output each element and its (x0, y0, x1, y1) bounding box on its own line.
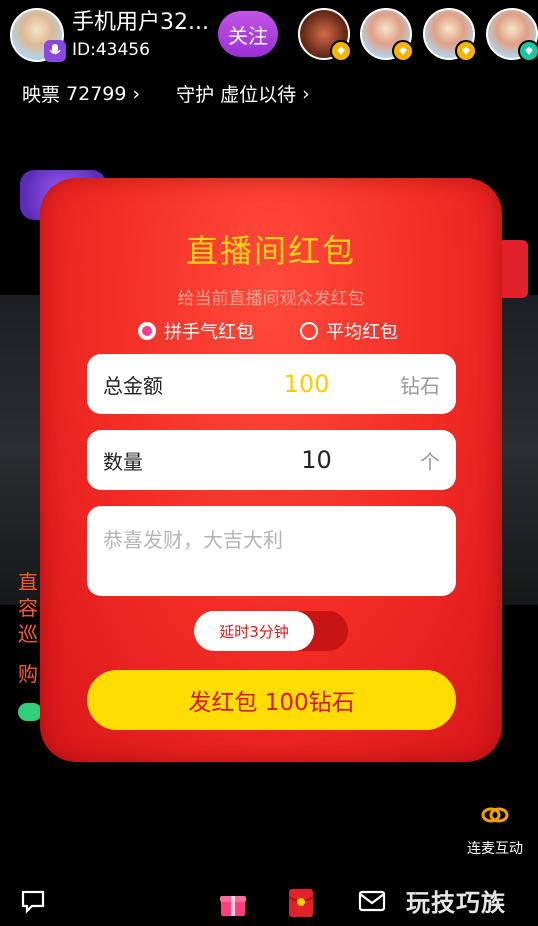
tickets-label: 映票 (22, 84, 61, 106)
viewer-avatar[interactable] (423, 8, 477, 62)
radio-lucky[interactable]: 拼手气红包 (138, 318, 254, 344)
mic-icon (44, 40, 66, 62)
amount-field[interactable]: 总金额 100 钻石 (87, 354, 456, 414)
chevron-right-icon: › (302, 82, 310, 105)
message-icon[interactable] (358, 888, 388, 918)
guard-label: 守护 (176, 84, 215, 106)
dialog-subtitle: 给当前直播间观众发红包 (177, 289, 365, 309)
amount-unit: 钻石 (400, 373, 440, 398)
radio-selected-icon (138, 322, 156, 340)
amount-label: 总金额 (103, 373, 163, 398)
guard-value: 虚位以待 (220, 84, 297, 106)
diamond-icon (392, 40, 414, 62)
link-mic-label: 连麦互动 (467, 841, 523, 857)
host-name: 手机用户32... (72, 10, 209, 35)
diamond-icon (518, 40, 538, 62)
link-mic-button[interactable]: 连麦互动 (462, 800, 528, 858)
watermark-text: 玩技巧族 (406, 889, 506, 917)
amount-input[interactable]: 100 (213, 370, 400, 398)
packet-type-group: 拼手气红包 平均红包 (138, 318, 398, 344)
count-input[interactable]: 10 (213, 446, 420, 474)
radio-equal-label: 平均红包 (326, 322, 398, 343)
count-label: 数量 (103, 449, 143, 474)
radio-lucky-label: 拼手气红包 (164, 322, 254, 343)
message-placeholder: 恭喜发财，大吉大利 (103, 528, 283, 552)
diamond-icon (330, 40, 352, 62)
host-id: ID:43456 (72, 40, 150, 60)
chat-icon[interactable] (20, 888, 50, 918)
send-red-packet-button[interactable]: 发红包 100钻石 (87, 670, 456, 730)
chevron-right-icon: › (132, 82, 141, 105)
diamond-icon (455, 40, 477, 62)
delay-toggle[interactable]: 延时3分钟 (194, 611, 348, 651)
side-text: 购 (18, 662, 38, 686)
gift-icon[interactable] (218, 888, 248, 918)
dialog-title: 直播间红包 (185, 232, 356, 270)
side-text: 直 (18, 570, 38, 594)
red-packet-icon[interactable] (288, 888, 318, 918)
viewer-avatar[interactable] (486, 8, 538, 62)
follow-button[interactable]: 关注 (218, 11, 278, 57)
tickets-stat[interactable]: 映票 72799 › (22, 80, 140, 107)
toggle-chip[interactable] (18, 703, 42, 721)
message-input[interactable]: 恭喜发财，大吉大利 (87, 506, 456, 596)
red-packet-entry-icon[interactable] (498, 240, 528, 298)
count-field[interactable]: 数量 10 个 (87, 430, 456, 490)
viewer-avatar[interactable] (298, 8, 352, 62)
host-info[interactable]: 手机用户32... ID:43456 (10, 8, 209, 62)
link-icon (480, 800, 510, 830)
count-unit: 个 (420, 449, 440, 474)
radio-equal[interactable]: 平均红包 (300, 318, 398, 344)
radio-unselected-icon (300, 322, 318, 340)
room-stats: 映票 72799 › 守护 虚位以待 › (22, 80, 310, 107)
side-text: 容 (18, 596, 38, 620)
red-packet-dialog: 直播间红包 给当前直播间观众发红包 拼手气红包 平均红包 总金额 100 钻石 … (40, 178, 502, 762)
guard-stat[interactable]: 守护 虚位以待 › (176, 80, 310, 107)
side-text: 巡 (18, 622, 38, 646)
live-room-screen: 手机用户32... ID:43456 关注 映票 72799 › 守护 虚位以待… (0, 0, 538, 926)
viewer-avatar[interactable] (360, 8, 414, 62)
delay-label: 延时3分钟 (194, 611, 314, 651)
host-avatar[interactable] (10, 8, 66, 62)
tickets-value: 72799 (66, 82, 127, 105)
